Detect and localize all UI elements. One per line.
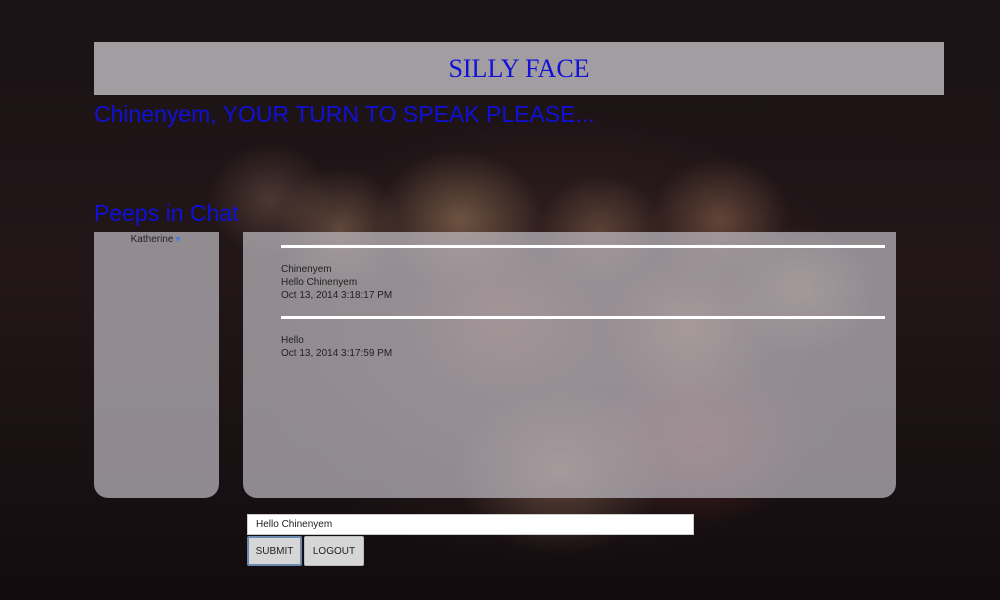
- message-divider: [281, 316, 885, 319]
- turn-message: Chinenyem, YOUR TURN TO SPEAK PLEASE...: [94, 101, 595, 127]
- user-name: Katherine: [130, 234, 174, 245]
- message-timestamp: Oct 13, 2014 3:17:59 PM: [281, 348, 393, 359]
- message-timestamp: Oct 13, 2014 3:18:17 PM: [281, 290, 393, 301]
- message-sender: Chinenyem: [281, 264, 332, 275]
- header-bar: SILLY FACE: [94, 42, 944, 95]
- chat-message: Chinenyem Hello Chinenyem Oct 13, 2014 3…: [281, 245, 885, 302]
- app-title: SILLY FACE: [448, 53, 590, 83]
- message-input[interactable]: [247, 514, 694, 535]
- message-text: Hello Chinenyem: [281, 277, 358, 288]
- users-heading: Peeps in Chat: [94, 200, 239, 226]
- chat-panel: Chinenyem Hello Chinenyem Oct 13, 2014 3…: [243, 232, 896, 498]
- submit-button[interactable]: SUBMIT: [247, 536, 302, 566]
- message-divider: [281, 245, 885, 248]
- user-item[interactable]: Katherine▼: [94, 234, 219, 245]
- filter-icon: ▼: [173, 234, 183, 244]
- chat-message: Hello Oct 13, 2014 3:17:59 PM: [281, 316, 885, 360]
- logout-button[interactable]: LOGOUT: [304, 536, 364, 566]
- users-panel: Katherine▼: [94, 232, 219, 498]
- message-text: Hello: [281, 335, 304, 346]
